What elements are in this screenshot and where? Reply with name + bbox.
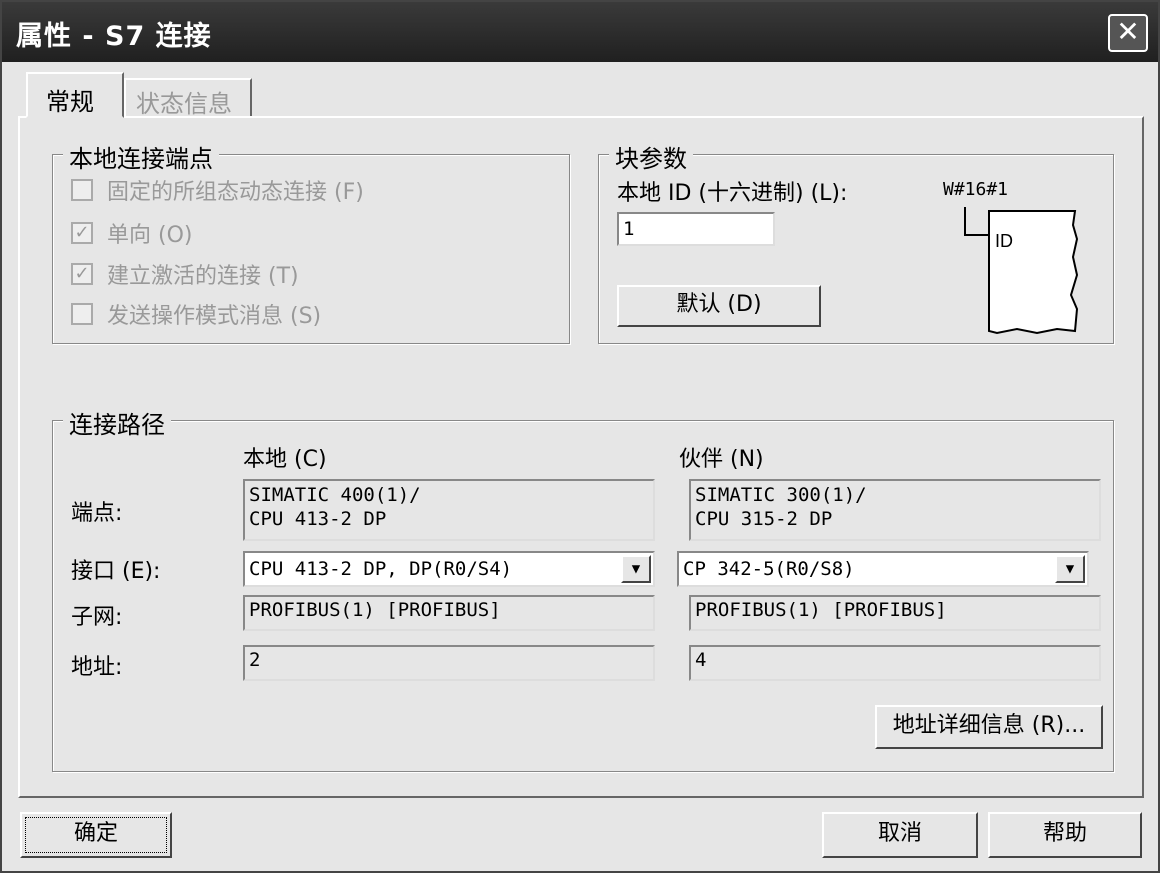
- local-interface-dropdown[interactable]: CPU 413-2 DP, DP(R0/S4) ▼: [243, 551, 655, 587]
- partner-header: 伙伴 (N): [679, 447, 764, 472]
- address-details-button[interactable]: 地址详细信息 (R)...: [875, 705, 1103, 749]
- general-tab-panel: 本地连接端点 固定的所组态动态连接 (F) ✓ 单向 (O) ✓ 建立激活的连接…: [18, 116, 1144, 798]
- tab-status-info[interactable]: 状态信息: [124, 78, 252, 118]
- local-endpoint-group: 本地连接端点 固定的所组态动态连接 (F) ✓ 单向 (O) ✓ 建立激活的连接…: [52, 139, 570, 344]
- address-label: 地址:: [71, 655, 123, 680]
- cancel-button[interactable]: 取消: [822, 812, 978, 858]
- local-endpoint-title: 本地连接端点: [63, 139, 219, 174]
- one-way-label: 单向 (O): [107, 223, 193, 248]
- partner-address-field: 4: [689, 645, 1101, 681]
- title-bar: 属性 - S7 连接 ✕: [2, 2, 1158, 62]
- s7-connection-properties-dialog: 属性 - S7 连接 ✕ 常规 状态信息 本地连接端点 固定的所组态动态连接 (…: [0, 0, 1160, 873]
- fixed-dynamic-connection-label: 固定的所组态动态连接 (F): [107, 180, 364, 205]
- local-header: 本地 (C): [243, 447, 327, 472]
- default-button[interactable]: 默认 (D): [617, 285, 821, 327]
- local-endpoint-line1: SIMATIC 400(1)/: [249, 484, 421, 506]
- block-diagram-icon: ID: [964, 207, 1079, 335]
- partner-endpoint-field: SIMATIC 300(1)/ CPU 315-2 DP: [689, 479, 1101, 541]
- chevron-down-icon[interactable]: ▼: [621, 555, 651, 583]
- diagram-id-label: ID: [995, 231, 1013, 251]
- tab-general[interactable]: 常规: [26, 72, 124, 118]
- help-button[interactable]: 帮助: [988, 812, 1142, 858]
- subnet-label: 子网:: [71, 605, 123, 630]
- connection-path-group: 连接路径 本地 (C) 伙伴 (N) 端点: SIMATIC 400(1)/ C…: [52, 405, 1114, 772]
- block-params-title: 块参数: [609, 139, 693, 174]
- active-connection-label: 建立激活的连接 (T): [107, 264, 299, 289]
- window-title: 属性 - S7 连接: [16, 21, 212, 52]
- ok-button[interactable]: 确定: [20, 812, 172, 858]
- send-mode-messages-checkbox: [71, 303, 93, 325]
- active-connection-checkbox: ✓: [71, 263, 93, 285]
- fixed-dynamic-connection-checkbox: [71, 179, 93, 201]
- interface-label: 接口 (E):: [71, 559, 161, 584]
- local-endpoint-field: SIMATIC 400(1)/ CPU 413-2 DP: [243, 479, 655, 541]
- local-subnet-field: PROFIBUS(1) [PROFIBUS]: [243, 595, 655, 631]
- connection-path-title: 连接路径: [63, 405, 171, 440]
- id-hex-display: W#16#1: [943, 179, 1009, 200]
- chevron-down-icon[interactable]: ▼: [1055, 555, 1085, 583]
- partner-interface-dropdown[interactable]: CP 342-5(R0/S8) ▼: [677, 551, 1089, 587]
- local-id-input[interactable]: [617, 212, 775, 246]
- partner-subnet-field: PROFIBUS(1) [PROFIBUS]: [689, 595, 1101, 631]
- local-endpoint-line2: CPU 413-2 DP: [249, 508, 387, 530]
- send-mode-messages-option: 发送操作模式消息 (S): [71, 299, 321, 329]
- partner-endpoint-line1: SIMATIC 300(1)/: [695, 484, 867, 506]
- partner-interface-value: CP 342-5(R0/S8): [683, 558, 855, 580]
- one-way-checkbox: ✓: [71, 222, 93, 244]
- local-interface-value: CPU 413-2 DP, DP(R0/S4): [249, 558, 513, 580]
- active-connection-option: ✓ 建立激活的连接 (T): [71, 259, 299, 289]
- one-way-option: ✓ 单向 (O): [71, 218, 192, 248]
- fixed-dynamic-connection-option: 固定的所组态动态连接 (F): [71, 175, 364, 205]
- send-mode-messages-label: 发送操作模式消息 (S): [107, 304, 322, 329]
- partner-endpoint-line2: CPU 315-2 DP: [695, 508, 833, 530]
- endpoint-label: 端点:: [71, 501, 123, 526]
- local-address-field: 2: [243, 645, 655, 681]
- local-id-label: 本地 ID (十六进制) (L):: [617, 181, 848, 206]
- block-params-group: 块参数 本地 ID (十六进制) (L): W#16#1 默认 (D) ID: [598, 139, 1114, 344]
- close-icon[interactable]: ✕: [1108, 14, 1148, 52]
